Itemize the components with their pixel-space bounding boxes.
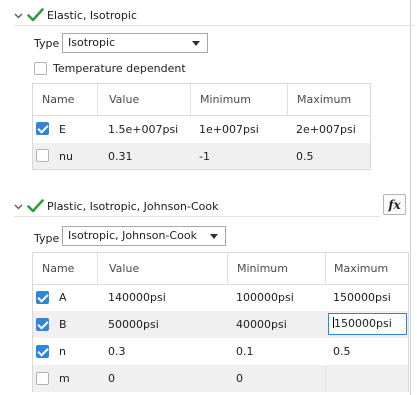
column-divider <box>227 253 228 284</box>
param-value[interactable]: 0.3 <box>108 338 126 365</box>
maximum-edit-field[interactable]: 150000psi <box>328 313 407 335</box>
param-maximum[interactable]: 2e+007psi <box>296 115 356 143</box>
plastic-type-value: Isotropic, Johnson-Cook <box>68 229 197 242</box>
param-value[interactable]: 1.5e+007psi <box>108 115 178 143</box>
row-checkbox[interactable] <box>36 372 49 385</box>
column-divider <box>97 84 98 115</box>
table-header: Name Value Minimum Maximum <box>33 253 408 285</box>
column-header-minimum: Minimum <box>237 262 288 275</box>
column-divider <box>190 84 191 115</box>
section-divider <box>14 25 414 26</box>
row-checkbox[interactable] <box>36 318 49 331</box>
param-maximum: 150000psi <box>334 317 392 330</box>
param-maximum[interactable]: 0.5 <box>333 338 351 365</box>
table-row[interactable]: nu 0.31 -1 0.5 <box>33 143 370 169</box>
param-maximum[interactable]: 0.5 <box>296 143 314 169</box>
param-name: A <box>59 291 67 304</box>
chevron-down-icon[interactable] <box>14 11 23 20</box>
column-divider <box>97 253 98 284</box>
param-name: m <box>59 372 70 385</box>
plastic-type-label: Type <box>34 232 60 245</box>
param-minimum[interactable]: 0 <box>236 365 243 392</box>
param-value[interactable]: 0 <box>108 365 115 392</box>
row-checkbox[interactable] <box>36 291 49 304</box>
column-header-value: Value <box>109 262 140 275</box>
chevron-down-icon[interactable] <box>14 202 23 211</box>
param-minimum[interactable]: 40000psi <box>236 311 287 338</box>
fx-icon[interactable]: fx <box>383 194 406 215</box>
column-header-minimum: Minimum <box>200 93 251 106</box>
section-divider <box>14 216 380 217</box>
plastic-type-select[interactable]: Isotropic, Johnson-Cook <box>62 226 226 246</box>
column-header-name: Name <box>42 262 75 275</box>
param-name: n <box>59 345 66 358</box>
column-header-maximum: Maximum <box>297 93 352 106</box>
elastic-type-select[interactable]: Isotropic <box>62 33 208 53</box>
param-value[interactable]: 0.31 <box>108 143 133 169</box>
param-name: B <box>59 318 67 331</box>
table-row[interactable]: B 50000psi 40000psi 150000psi <box>33 311 408 338</box>
elastic-section-title: Elastic, Isotropic <box>47 9 138 22</box>
param-minimum[interactable]: 0.1 <box>236 338 254 365</box>
table-row[interactable]: m 0 0 <box>33 365 408 392</box>
green-check-icon <box>27 8 44 22</box>
column-header-name: Name <box>42 93 75 106</box>
param-value[interactable]: 140000psi <box>108 284 166 311</box>
elastic-type-value: Isotropic <box>68 36 116 49</box>
row-checkbox[interactable] <box>36 149 49 162</box>
param-minimum[interactable]: 1e+007psi <box>199 115 259 143</box>
table-row[interactable]: A 140000psi 100000psi 150000psi <box>33 284 408 311</box>
temperature-dependent-checkbox[interactable] <box>34 62 47 75</box>
temperature-dependent-label: Temperature dependent <box>53 62 186 75</box>
column-header-maximum: Maximum <box>334 262 389 275</box>
plastic-parameters-table: Name Value Minimum Maximum A 140000psi 1… <box>32 252 409 392</box>
table-header: Name Value Minimum Maximum <box>33 84 370 116</box>
column-divider <box>325 365 326 392</box>
plastic-section-title: Plastic, Isotropic, Johnson-Cook <box>47 200 219 213</box>
elastic-type-label: Type <box>34 37 60 50</box>
table-row[interactable]: E 1.5e+007psi 1e+007psi 2e+007psi <box>33 115 370 143</box>
param-name: nu <box>59 149 73 163</box>
column-divider <box>287 84 288 115</box>
row-checkbox[interactable] <box>36 122 49 135</box>
row-checkbox[interactable] <box>36 345 49 358</box>
param-maximum[interactable]: 150000psi <box>333 284 391 311</box>
column-header-value: Value <box>109 93 140 106</box>
param-name: E <box>59 122 66 136</box>
dropdown-arrow-icon <box>210 234 218 239</box>
table-row[interactable]: n 0.3 0.1 0.5 <box>33 338 408 365</box>
param-value[interactable]: 50000psi <box>108 311 159 338</box>
column-divider <box>325 253 326 284</box>
elastic-parameters-table: Name Value Minimum Maximum E 1.5e+007psi… <box>32 83 371 170</box>
dropdown-arrow-icon <box>192 41 200 46</box>
green-check-icon <box>27 199 44 213</box>
param-minimum[interactable]: -1 <box>199 143 210 169</box>
param-minimum[interactable]: 100000psi <box>236 284 294 311</box>
